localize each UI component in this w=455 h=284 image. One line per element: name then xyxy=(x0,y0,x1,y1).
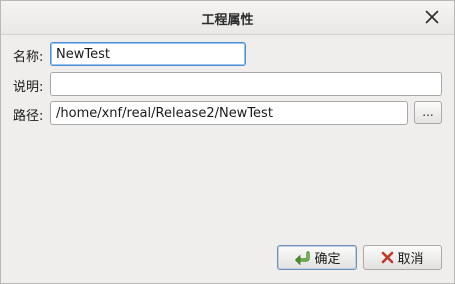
cancel-button-label: 取消 xyxy=(397,252,424,267)
cancel-button[interactable]: 取消 xyxy=(363,245,442,270)
path-label: 路径: xyxy=(13,109,44,124)
close-icon xyxy=(425,10,439,24)
project-properties-dialog: 工程属性 名称: 说明: 路径: ... 确定 取消 xyxy=(0,0,455,284)
description-label: 说明: xyxy=(13,80,44,95)
name-label: 名称: xyxy=(13,50,44,65)
description-input[interactable] xyxy=(50,72,442,96)
name-input[interactable] xyxy=(50,42,246,66)
close-button[interactable] xyxy=(422,7,442,27)
ok-button[interactable]: 确定 xyxy=(277,245,357,270)
dialog-title: 工程属性 xyxy=(201,13,254,28)
path-input[interactable] xyxy=(50,101,408,125)
red-x-icon xyxy=(382,251,394,264)
ok-button-label: 确定 xyxy=(314,252,341,267)
check-arrow-icon xyxy=(295,250,311,265)
browse-button[interactable]: ... xyxy=(414,101,442,124)
dialog-titlebar[interactable]: 工程属性 xyxy=(1,1,454,35)
